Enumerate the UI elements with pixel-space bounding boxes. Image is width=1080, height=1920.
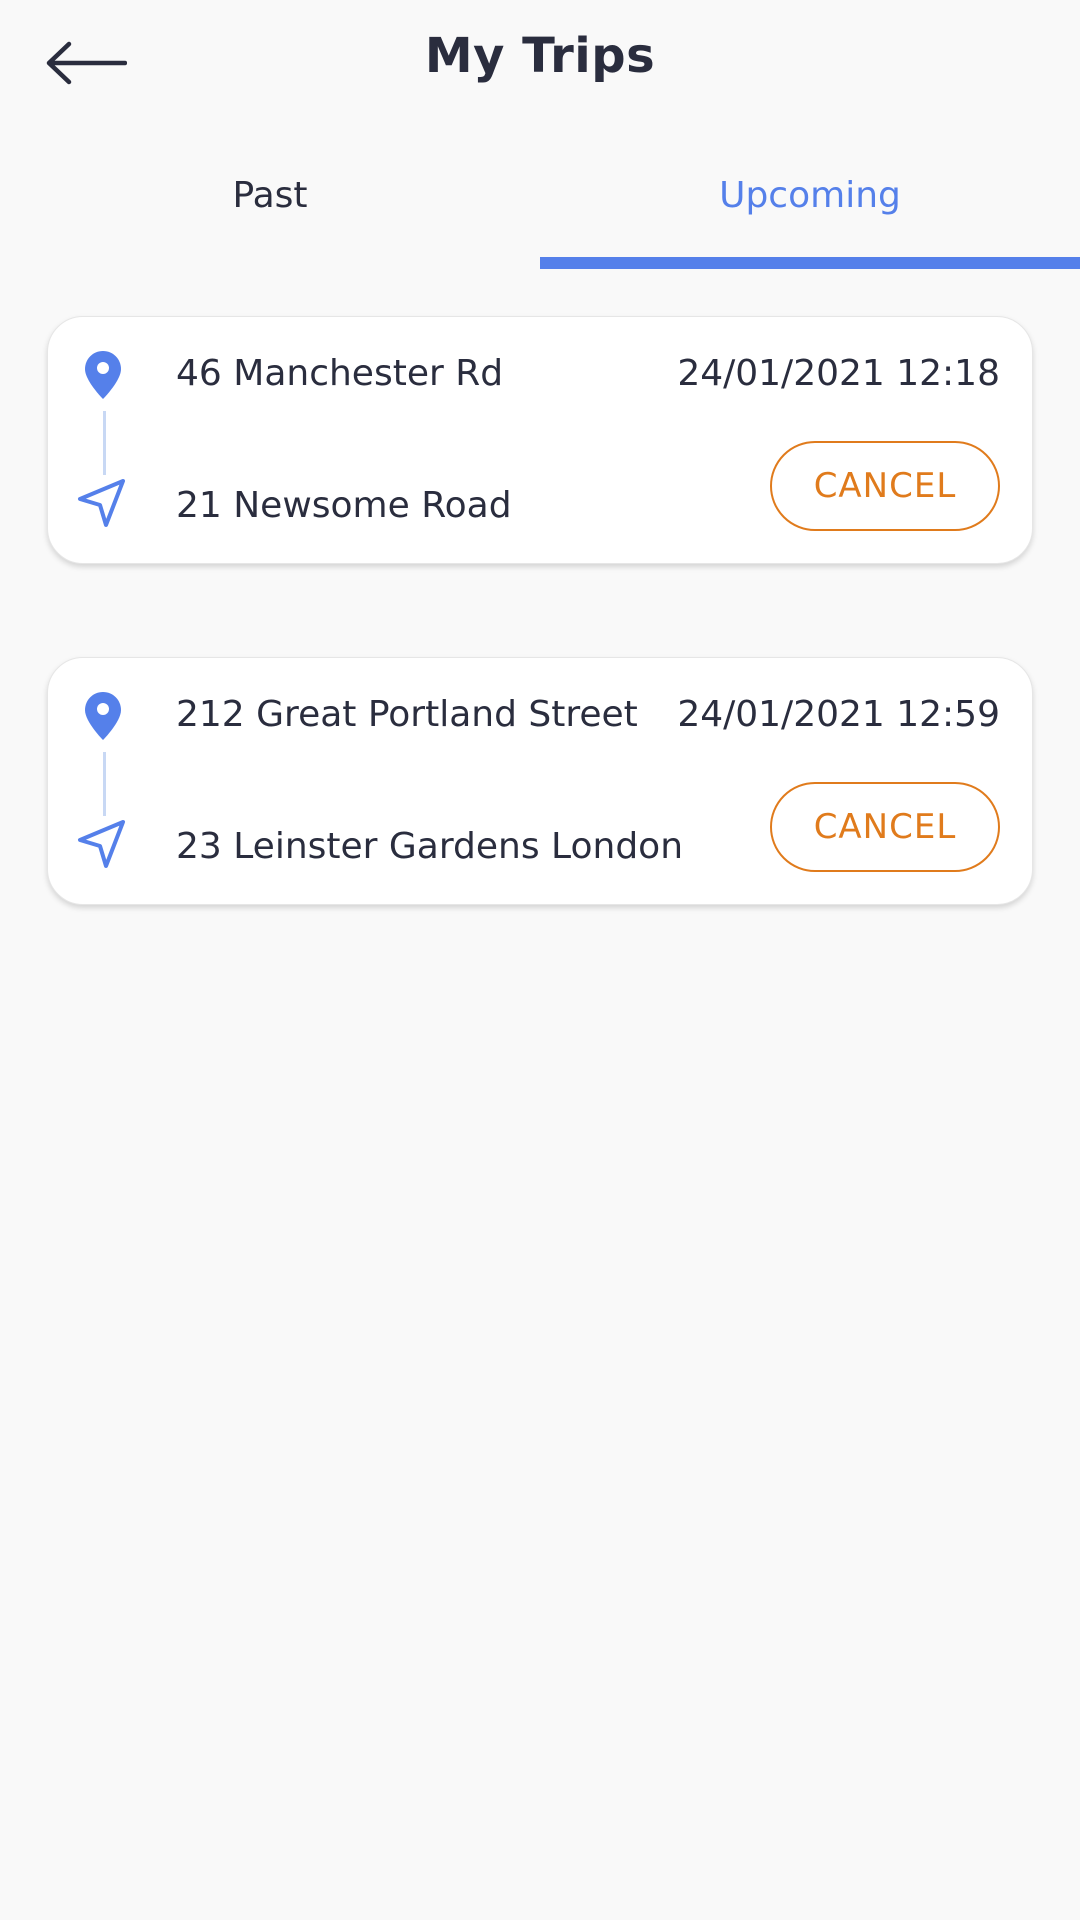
trip-origin: 212 Great Portland Street (176, 694, 638, 735)
trip-card[interactable]: 46 Manchester Rd 21 Newsome Road 24/01/2… (47, 316, 1033, 564)
cancel-trip-button[interactable]: CANCEL (770, 782, 1000, 872)
trip-tabs: Past Upcoming (0, 150, 1080, 270)
trip-destination: 23 Leinster Gardens London (176, 826, 684, 867)
tab-upcoming[interactable]: Upcoming (540, 150, 1080, 270)
trip-datetime: 24/01/2021 12:18 (677, 353, 1000, 394)
trip-origin: 46 Manchester Rd (176, 353, 504, 394)
page-title: My Trips (424, 28, 656, 84)
trip-card[interactable]: 212 Great Portland Street 23 Leinster Ga… (47, 657, 1033, 905)
active-tab-indicator (540, 257, 1080, 269)
location-pin-icon (85, 692, 121, 740)
route-line (103, 411, 106, 475)
trip-datetime: 24/01/2021 12:59 (677, 694, 1000, 735)
app-header: My Trips (0, 0, 1080, 130)
my-trips-screen: My Trips Past Upcoming 46 Manchester Rd … (0, 0, 1080, 1920)
cancel-trip-button[interactable]: CANCEL (770, 441, 1000, 531)
route-line (103, 752, 106, 816)
navigation-arrow-icon (78, 820, 125, 868)
navigation-arrow-icon (78, 479, 125, 527)
location-pin-icon (85, 351, 121, 399)
trip-destination: 21 Newsome Road (176, 485, 512, 526)
tab-past[interactable]: Past (0, 150, 540, 270)
